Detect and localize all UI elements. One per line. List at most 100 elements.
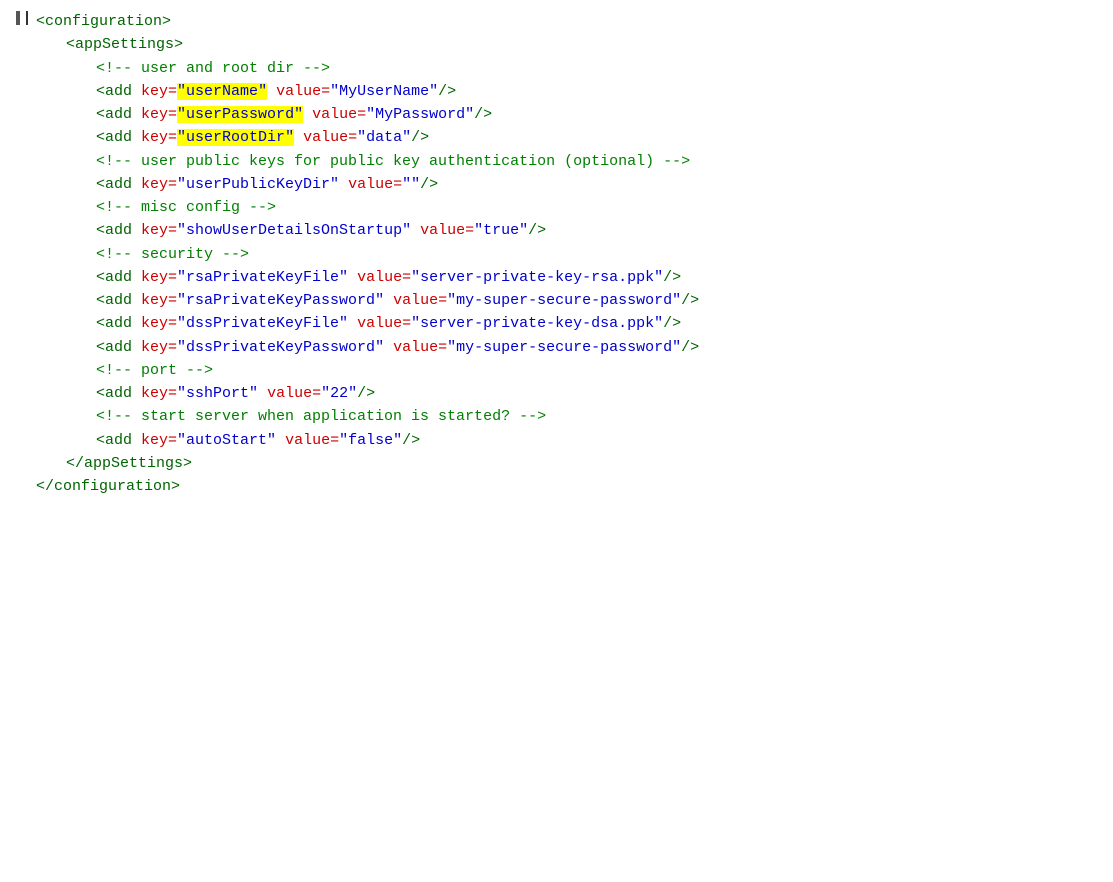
token-tag: <add — [96, 83, 141, 100]
line: <!-- security --> — [10, 243, 1113, 266]
token-tag: /> — [411, 129, 429, 146]
line: </configuration> — [10, 475, 1113, 498]
token-attr-name: value= — [267, 385, 321, 402]
token-comment: <!-- port --> — [96, 362, 213, 379]
token-attr-value-hl: userPassword — [186, 106, 294, 123]
line-content: <add key="autoStart" value="false"/> — [36, 429, 1113, 452]
token-attr-value-hl: userRootDir — [186, 129, 285, 146]
token-attr-name: key= — [141, 432, 177, 449]
line: <add key="autoStart" value="false"/> — [10, 429, 1113, 452]
token-tag: <add — [96, 129, 141, 146]
token-attr-name: value= — [285, 432, 339, 449]
line-content: <add key="dssPrivateKeyPassword" value="… — [36, 336, 1113, 359]
token-tag — [276, 432, 285, 449]
token-tag: </appSettings> — [66, 455, 192, 472]
token-attr-value: "dssPrivateKeyFile" — [177, 315, 348, 332]
line: <add key="userRootDir" value="data"/> — [10, 126, 1113, 149]
token-tag: /> — [663, 315, 681, 332]
token-attr-name: key= — [141, 106, 177, 123]
token-tag: <add — [96, 106, 141, 123]
token-attr-name: value= — [393, 339, 447, 356]
token-attr-name: key= — [141, 129, 177, 146]
token-attr-value-highlight: " — [285, 129, 294, 146]
token-attr-name: value= — [393, 292, 447, 309]
token-attr-name: key= — [141, 292, 177, 309]
token-attr-name: key= — [141, 315, 177, 332]
line-content: <add key="userName" value="MyUserName"/> — [36, 80, 1113, 103]
token-tag: <configuration> — [36, 13, 171, 30]
token-attr-name: key= — [141, 339, 177, 356]
line: <!-- user and root dir --> — [10, 57, 1113, 80]
line-content: <configuration> — [36, 10, 1113, 33]
line-content: </appSettings> — [36, 452, 1113, 475]
token-attr-name: key= — [141, 222, 177, 239]
token-attr-value: "dssPrivateKeyPassword" — [177, 339, 384, 356]
line-content: <add key="sshPort" value="22"/> — [36, 382, 1113, 405]
line: <!-- start server when application is st… — [10, 405, 1113, 428]
token-comment: <!-- user and root dir --> — [96, 60, 330, 77]
line: </appSettings> — [10, 452, 1113, 475]
token-tag: <add — [96, 385, 141, 402]
token-tag: /> — [681, 339, 699, 356]
line-content: <add key="userRootDir" value="data"/> — [36, 126, 1113, 149]
token-attr-value: "22" — [321, 385, 357, 402]
token-tag: /> — [681, 292, 699, 309]
line: <add key="sshPort" value="22"/> — [10, 382, 1113, 405]
line: <add key="userPublicKeyDir" value=""/> — [10, 173, 1113, 196]
token-attr-value-highlight: " — [177, 106, 186, 123]
token-attr-name: key= — [141, 176, 177, 193]
token-tag — [348, 315, 357, 332]
token-tag: /> — [402, 432, 420, 449]
token-attr-value: "true" — [474, 222, 528, 239]
token-tag: /> — [528, 222, 546, 239]
line: <configuration> — [10, 10, 1113, 33]
line-content: <!-- port --> — [36, 359, 1113, 382]
line-content: <!-- start server when application is st… — [36, 405, 1113, 428]
line: <!-- misc config --> — [10, 196, 1113, 219]
token-tag — [303, 106, 312, 123]
token-tag: <add — [96, 176, 141, 193]
token-attr-value: "my-super-secure-password" — [447, 339, 681, 356]
token-attr-value: "rsaPrivateKeyFile" — [177, 269, 348, 286]
line: <add key="showUserDetailsOnStartup" valu… — [10, 219, 1113, 242]
line: <!-- user public keys for public key aut… — [10, 150, 1113, 173]
line-content: <add key="dssPrivateKeyFile" value="serv… — [36, 312, 1113, 335]
token-tag — [294, 129, 303, 146]
line-content: <add key="rsaPrivateKeyPassword" value="… — [36, 289, 1113, 312]
token-attr-value: "MyPassword" — [366, 106, 474, 123]
token-tag: <appSettings> — [66, 36, 183, 53]
line: <add key="rsaPrivateKeyFile" value="serv… — [10, 266, 1113, 289]
line-content: </configuration> — [36, 475, 1113, 498]
token-attr-value-highlight: " — [177, 129, 186, 146]
line: <add key="dssPrivateKeyPassword" value="… — [10, 336, 1113, 359]
token-attr-name: value= — [357, 315, 411, 332]
token-tag: <add — [96, 269, 141, 286]
token-tag — [267, 83, 276, 100]
token-attr-value-highlight: " — [177, 83, 186, 100]
line-content: <add key="userPublicKeyDir" value=""/> — [36, 173, 1113, 196]
token-attr-value: "data" — [357, 129, 411, 146]
token-attr-value: "false" — [339, 432, 402, 449]
token-attr-name: value= — [303, 129, 357, 146]
token-tag — [348, 269, 357, 286]
line: <appSettings> — [10, 33, 1113, 56]
token-tag: /> — [438, 83, 456, 100]
token-attr-value: "" — [402, 176, 420, 193]
token-tag — [258, 385, 267, 402]
token-attr-value: "sshPort" — [177, 385, 258, 402]
token-tag — [384, 292, 393, 309]
line-content: <!-- security --> — [36, 243, 1113, 266]
token-attr-value: "server-private-key-dsa.ppk" — [411, 315, 663, 332]
line: <add key="dssPrivateKeyFile" value="serv… — [10, 312, 1113, 335]
token-attr-value: "MyUserName" — [330, 83, 438, 100]
token-tag: /> — [357, 385, 375, 402]
line: <add key="userPassword" value="MyPasswor… — [10, 103, 1113, 126]
token-attr-value-hl: userName — [186, 83, 258, 100]
line-content: <appSettings> — [36, 33, 1113, 56]
code-editor: <configuration> <appSettings> <!-- user an… — [0, 10, 1113, 498]
token-attr-value: "my-super-secure-password" — [447, 292, 681, 309]
line: <add key="rsaPrivateKeyPassword" value="… — [10, 289, 1113, 312]
token-attr-value: "autoStart" — [177, 432, 276, 449]
line-content: <add key="userPassword" value="MyPasswor… — [36, 103, 1113, 126]
line-content: <add key="showUserDetailsOnStartup" valu… — [36, 219, 1113, 242]
